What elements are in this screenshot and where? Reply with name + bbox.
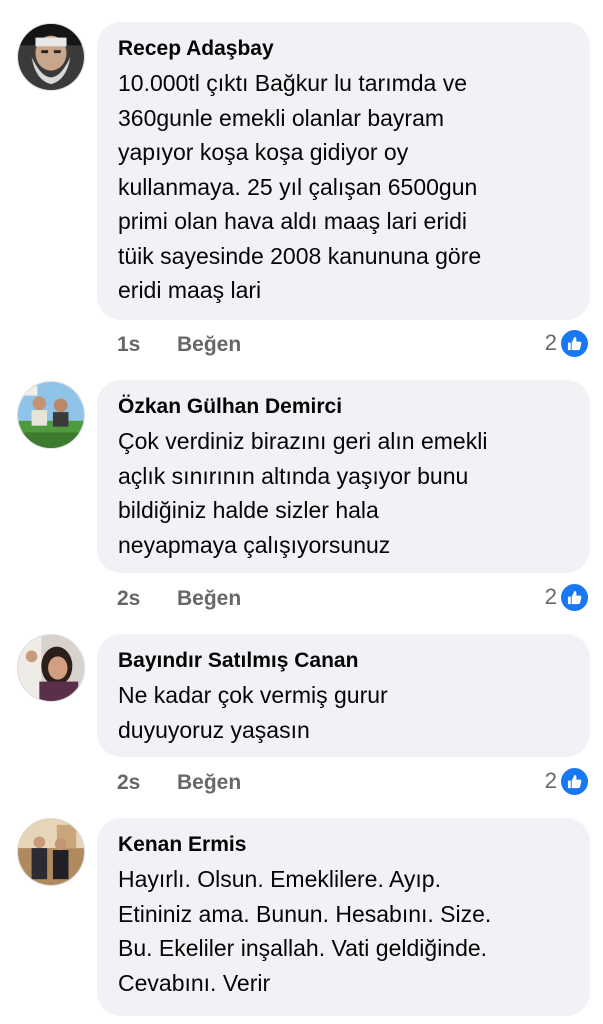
- comment-text-line: Hayırlı. Olsun. Emeklilere. Ayıp.: [118, 866, 441, 892]
- like-icon: [559, 765, 590, 797]
- comment-actions: 1s Beğen: [117, 329, 241, 361]
- like-icon: [559, 327, 590, 359]
- comment-timestamp[interactable]: 1s: [117, 333, 177, 357]
- comment-author[interactable]: Özkan Gülhan Demirci: [118, 393, 568, 421]
- comment-text-line: 360gunle emekli olanlar bayram: [118, 104, 445, 131]
- comment-bubble: Özkan Gülhan Demirci Çok verdiniz birazı…: [97, 380, 590, 573]
- comment-text-line: Cevabını. Verir: [118, 969, 271, 996]
- comment-text-line: Bu. Ekeliler inşallah. Vati geldiğinde.: [118, 935, 488, 961]
- comment-bubble: Kenan Ermis Hayırlı. Olsun. Emeklilere. …: [97, 818, 590, 1016]
- comment-bubble: Bayındır Satılmış Canan Ne kadar çok ver…: [97, 634, 590, 757]
- reaction-count: 2: [544, 330, 557, 355]
- comment-text: 10.000tl çıktı Bağkur lu tarımda ve 360g…: [118, 66, 568, 308]
- comment-text: Ne kadar çok vermiş gurur duyuyoruz yaşa…: [118, 678, 568, 747]
- like-button[interactable]: Beğen: [177, 771, 241, 795]
- avatar[interactable]: [17, 381, 85, 449]
- avatar[interactable]: [17, 634, 85, 702]
- comment-text-line: Çok verdiniz birazını geri alın emekli: [118, 428, 488, 454]
- reaction-summary[interactable]: 2: [545, 581, 590, 613]
- comment-author[interactable]: Kenan Ermis: [118, 831, 568, 859]
- profile-photo: [18, 382, 84, 448]
- comment-bubble: Recep Adaşbay 10.000tl çıktı Bağkur lu t…: [97, 22, 590, 320]
- comment-text-line: Ne kadar çok vermiş gurur: [118, 682, 388, 708]
- profile-photo: [18, 819, 84, 885]
- comment-text-line: duyuyoruz yaşasın: [118, 716, 310, 743]
- comment-text-line: 10.000tl çıktı Bağkur lu tarımda ve: [118, 70, 468, 96]
- comment-text-line: kullanmaya. 25 yıl çalışan 6500gun: [118, 173, 478, 200]
- profile-photo: [18, 24, 84, 90]
- reaction-summary[interactable]: 2: [545, 765, 590, 797]
- comment-author[interactable]: Recep Adaşbay: [118, 35, 568, 63]
- comment-timestamp[interactable]: 2s: [117, 587, 177, 611]
- avatar[interactable]: [17, 818, 85, 886]
- like-button[interactable]: Beğen: [177, 333, 241, 357]
- comment-text-line: açlık sınırının altında yaşıyor bunu: [118, 462, 469, 489]
- comment-text-line: Etininiz ama. Bunun. Hesabını. Size.: [118, 900, 492, 927]
- reaction-count: 2: [544, 768, 557, 793]
- comment-actions: 2s Beğen: [117, 583, 241, 615]
- comment-author[interactable]: Bayındır Satılmış Canan: [118, 647, 568, 675]
- reaction-summary[interactable]: 2: [545, 327, 590, 359]
- like-button[interactable]: Beğen: [177, 587, 241, 611]
- avatar[interactable]: [17, 23, 85, 91]
- comment-actions: 2s Beğen: [117, 767, 241, 799]
- comment-text-line: eridi maaş lari: [118, 277, 262, 303]
- comment-text-line: tüik sayesinde 2008 kanununa göre: [118, 242, 482, 269]
- comment-text: Hayırlı. Olsun. Emeklilere. Ayıp. Etinin…: [118, 862, 568, 1000]
- comment-text: Çok verdiniz birazını geri alın emekli a…: [118, 424, 568, 562]
- like-icon: [559, 581, 590, 613]
- comment-timestamp[interactable]: 2s: [117, 771, 177, 795]
- comment-text-line: neyapmaya çalışıyorsunuz: [118, 531, 391, 558]
- reaction-count: 2: [544, 584, 557, 609]
- comment-text-line: bildiğiniz halde sizler hala: [118, 497, 379, 523]
- profile-photo: [18, 635, 84, 701]
- comment-text-line: primi olan hava aldı maaş lari eridi: [118, 208, 467, 234]
- comment-text-line: yapıyor koşa koşa gidiyor oy: [118, 139, 409, 165]
